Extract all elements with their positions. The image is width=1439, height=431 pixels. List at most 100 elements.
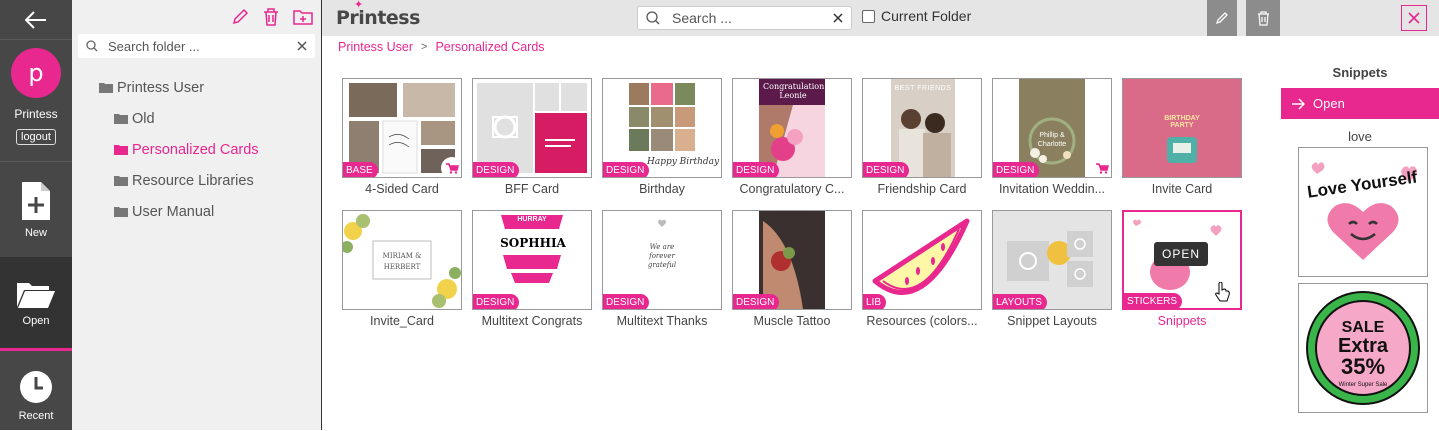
folder-search-input[interactable]: Search folder ... [108, 39, 297, 54]
folder-icon [114, 176, 128, 186]
thumb-text: BIRTHDAY PARTY [1164, 115, 1200, 129]
close-button[interactable] [1401, 5, 1427, 31]
sticker-text: SALE [1342, 319, 1385, 336]
thumb-text: We are forever grateful [647, 243, 677, 269]
search-icon [86, 40, 98, 52]
type-badge: LIB [863, 294, 887, 309]
tree-item-personalized-cards[interactable]: Personalized Cards [72, 134, 321, 165]
folder-panel: Search folder ... Printess User Old Pers… [72, 0, 322, 430]
recent-button[interactable]: Recent [0, 351, 72, 431]
thumb-text: Happy Birthday [647, 157, 720, 167]
snippet-love-yourself[interactable]: Love Yourself [1298, 147, 1428, 277]
tree-item-resource-libraries[interactable]: Resource Libraries [72, 165, 321, 196]
clear-icon[interactable] [833, 13, 843, 23]
tree-item-user-manual[interactable]: User Manual [72, 196, 321, 227]
template-card[interactable]: BEST FRIENDS DESIGN Friendship Card [862, 78, 982, 196]
type-badge: DESIGN [733, 294, 780, 309]
type-badge: STICKERS [1124, 293, 1183, 308]
search-input[interactable]: Search ... [672, 10, 833, 26]
template-card[interactable]: BIRTHDAY PARTY Invite Card [1122, 78, 1242, 196]
thumb-text: Phillip & Charlotte [1037, 132, 1067, 148]
template-name: 4-Sided Card [365, 182, 439, 196]
folder-tree: Printess User Old Personalized Cards Res… [72, 58, 321, 227]
template-name: Friendship Card [877, 182, 967, 196]
template-name: Snippets [1157, 314, 1207, 328]
template-thumbnail: OPEN STICKERS [1122, 210, 1242, 310]
folder-open-icon [17, 282, 55, 308]
snippet-sale[interactable]: SALE Extra 35% Winter Super Sale [1298, 283, 1428, 413]
hand-cursor-icon [1215, 282, 1230, 302]
top-bar: ✦ Printess Search ... Current Folder [322, 0, 1439, 36]
sticker-text: Love Yourself [1306, 167, 1419, 201]
logo: ✦ Printess [336, 0, 420, 29]
breadcrumb-item[interactable]: Printess User [338, 40, 413, 54]
template-name: Congratulatory C... [739, 182, 845, 196]
new-document-icon [22, 181, 50, 220]
template-card[interactable]: DESIGN Muscle Tattoo [732, 210, 852, 328]
current-folder-toggle[interactable]: Current Folder [862, 8, 971, 24]
template-card[interactable]: Phillip & Charlotte DESIGN Invitation We… [992, 78, 1112, 196]
template-card[interactable]: DESIGN BFF Card [472, 78, 592, 196]
new-button[interactable]: New [0, 162, 72, 257]
folder-search[interactable]: Search folder ... [78, 34, 315, 58]
template-card[interactable]: Congratulation Leonie DESIGN Congratulat… [732, 78, 852, 196]
type-badge: DESIGN [603, 162, 650, 177]
tree-item-printess-user[interactable]: Printess User [72, 72, 321, 103]
template-thumbnail: MIRIAM & HERBERT [342, 210, 462, 310]
clear-icon[interactable] [297, 41, 307, 51]
tree-item-old[interactable]: Old [72, 103, 321, 134]
type-badge: LAYOUTS [993, 294, 1047, 309]
delete-folder-icon[interactable] [263, 8, 279, 26]
template-card[interactable]: MIRIAM & HERBERT Invite_Card [342, 210, 462, 328]
open-tooltip[interactable]: OPEN [1154, 242, 1209, 266]
arrow-left-icon [25, 10, 46, 29]
folder-open-icon [114, 145, 128, 155]
template-thumbnail: DESIGN [732, 210, 852, 310]
cart-icon [441, 157, 461, 177]
open-button[interactable]: Open [0, 257, 72, 351]
add-folder-icon[interactable] [293, 9, 313, 25]
tree-item-label: Resource Libraries [132, 172, 254, 189]
template-card[interactable]: Happy Birthday DESIGN Birthday [602, 78, 722, 196]
type-badge: DESIGN [603, 294, 650, 309]
avatar: p [11, 48, 61, 98]
template-name: Muscle Tattoo [753, 314, 831, 328]
clock-icon [20, 371, 52, 403]
template-name: Invite_Card [370, 314, 434, 328]
template-name: Birthday [639, 182, 685, 196]
template-search[interactable]: Search ... [637, 6, 852, 30]
folder-toolbar [72, 0, 321, 34]
template-card[interactable]: LIB Resources (colors... [862, 210, 982, 328]
breadcrumb-item[interactable]: Personalized Cards [435, 40, 544, 54]
template-thumbnail: HURRAY SOPHHIA DESIGN [472, 210, 592, 310]
snippets-title: Snippets [1332, 65, 1388, 80]
search-icon [646, 11, 660, 25]
love-yourself-sticker: Love Yourself [1306, 162, 1419, 260]
tree-item-label: Personalized Cards [132, 141, 259, 158]
thumb-text: BEST FRIENDS [894, 85, 952, 92]
back-button[interactable] [0, 0, 72, 40]
snippets-open-label: Open [1313, 96, 1345, 111]
template-thumbnail: BIRTHDAY PARTY [1122, 78, 1242, 178]
template-card-selected[interactable]: OPEN STICKERS Snippets [1122, 210, 1242, 328]
sticker-text: 35% [1341, 354, 1385, 379]
edit-folder-icon[interactable] [231, 8, 249, 26]
template-card[interactable]: We are forever grateful DESIGN Multitext… [602, 210, 722, 328]
folder-icon [114, 114, 128, 124]
current-folder-checkbox[interactable] [862, 9, 875, 23]
thumb-text: Congratulation Leonie [763, 82, 825, 100]
logo-text: Printess [336, 7, 420, 29]
template-card[interactable]: HURRAY SOPHHIA DESIGN Multitext Congrats [472, 210, 592, 328]
template-card[interactable]: LAYOUTS Snippet Layouts [992, 210, 1112, 328]
logout-button[interactable]: logout [16, 129, 56, 145]
snippets-open-button[interactable]: Open [1281, 88, 1439, 119]
template-name: Resources (colors... [866, 314, 978, 328]
close-icon [1408, 12, 1420, 24]
template-thumbnail: Happy Birthday DESIGN [602, 78, 722, 178]
edit-button[interactable] [1207, 0, 1237, 36]
template-thumbnail: LIB [862, 210, 982, 310]
tree-item-label: User Manual [132, 203, 215, 220]
delete-button[interactable] [1246, 0, 1280, 36]
template-card[interactable]: BASE 4-Sided Card [342, 78, 462, 196]
folder-icon [99, 83, 113, 93]
